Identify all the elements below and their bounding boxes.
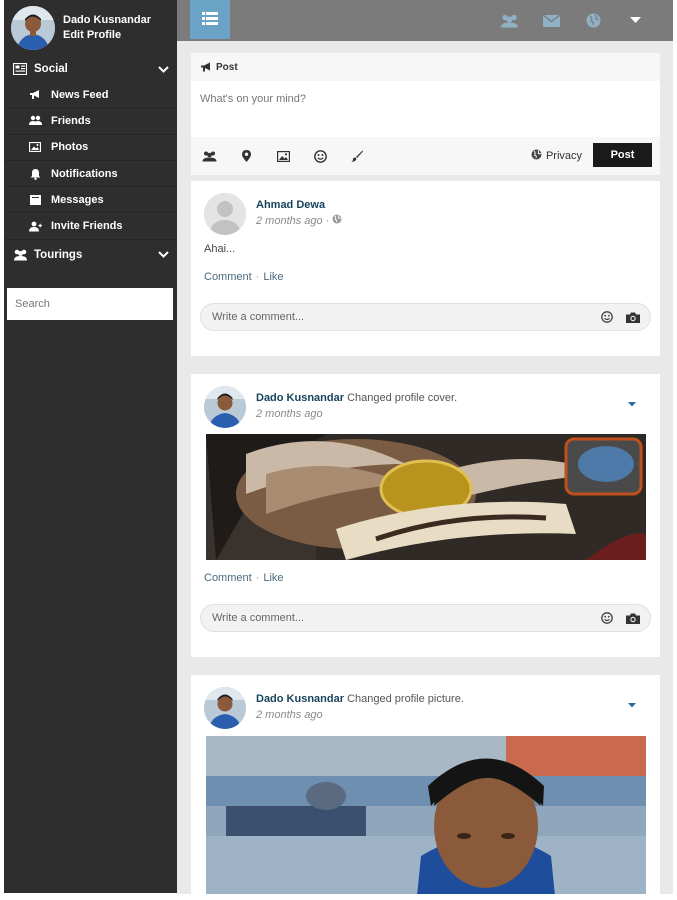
post-header: Ahmad Dewa 2 months ago · <box>204 193 342 235</box>
news-feed: Post Privacy <box>177 41 673 894</box>
post-header: Dado Kusnandar Changed profile picture. … <box>204 687 464 729</box>
search-input[interactable] <box>7 288 173 320</box>
image-icon <box>28 142 42 153</box>
sidebar-item-messages[interactable]: Messages <box>4 187 177 214</box>
inbox-icon <box>28 194 42 205</box>
post-text: Ahai... <box>204 243 236 255</box>
bullhorn-icon <box>28 89 42 100</box>
camera-icon[interactable] <box>624 308 642 326</box>
nav-group-social[interactable]: Social <box>4 56 177 82</box>
chevron-down-icon[interactable] <box>157 65 169 73</box>
post-author[interactable]: Dado Kusnandar <box>256 693 344 705</box>
post-card: Dado Kusnandar Changed profile picture. … <box>191 675 660 894</box>
post-time[interactable]: 2 months ago <box>256 406 323 422</box>
chevron-down-icon[interactable] <box>157 251 169 259</box>
smiley-icon[interactable] <box>598 609 616 627</box>
image-icon[interactable] <box>274 147 292 165</box>
edit-profile-link[interactable]: Edit Profile <box>63 28 151 43</box>
sidebar-item-label: News Feed <box>51 88 109 101</box>
post-actions: Comment · Like <box>204 572 284 584</box>
user-name[interactable]: Dado Kusnandar <box>63 13 151 28</box>
profile-photo[interactable] <box>206 736 646 894</box>
nav-group-tourings[interactable]: Tourings <box>4 240 177 270</box>
users-icon <box>12 249 28 261</box>
nav-group-label: Social <box>34 63 68 75</box>
profile-summary[interactable]: Dado Kusnandar Edit Profile <box>4 0 177 56</box>
sidebar: Dado Kusnandar Edit Profile Social News … <box>4 0 177 893</box>
comment-input[interactable] <box>201 311 598 323</box>
envelope-icon[interactable] <box>541 11 561 31</box>
menu-icon <box>202 11 218 28</box>
sidebar-item-photos[interactable]: Photos <box>4 135 177 161</box>
separator: · <box>255 572 260 584</box>
avatar[interactable] <box>11 6 55 50</box>
brush-icon[interactable] <box>348 147 366 165</box>
avatar[interactable] <box>204 386 246 428</box>
comment-input[interactable] <box>201 612 598 624</box>
post-header: Dado Kusnandar Changed profile cover. 2 … <box>204 386 457 428</box>
smiley-icon[interactable] <box>598 308 616 326</box>
composer-header: Post <box>191 53 660 81</box>
caret-down-icon[interactable] <box>625 11 645 31</box>
users-icon <box>28 115 42 126</box>
composer-title: Post <box>216 61 238 73</box>
globe-icon <box>332 213 342 229</box>
camera-icon[interactable] <box>624 609 642 627</box>
comment-box <box>200 604 651 632</box>
post-time[interactable]: 2 months ago · <box>256 213 329 229</box>
post-author[interactable]: Ahmad Dewa <box>256 199 325 211</box>
nav-group-label: Tourings <box>34 248 83 261</box>
sidebar-item-label: Invite Friends <box>51 220 123 233</box>
post-author[interactable]: Dado Kusnandar <box>256 392 344 404</box>
caret-down-icon[interactable] <box>628 396 636 410</box>
comment-link[interactable]: Comment <box>204 271 252 283</box>
sidebar-item-label: Friends <box>51 114 91 127</box>
privacy-label: Privacy <box>545 150 582 162</box>
avatar[interactable] <box>204 687 246 729</box>
separator: · <box>255 271 260 283</box>
globe-icon[interactable] <box>583 11 603 31</box>
post-actions: Comment · Like <box>204 271 284 283</box>
avatar[interactable] <box>204 193 246 235</box>
bullhorn-icon <box>200 62 212 72</box>
menu-toggle-button[interactable] <box>190 0 230 39</box>
topbar <box>177 0 673 41</box>
post-action-text: Changed profile cover. <box>347 392 458 404</box>
sidebar-item-invite-friends[interactable]: Invite Friends <box>4 213 177 240</box>
post-action-text: Changed profile picture. <box>347 693 464 705</box>
privacy-selector[interactable]: Privacy <box>531 149 582 163</box>
post-composer: Post Privacy <box>191 53 660 175</box>
comment-box <box>200 303 651 331</box>
comment-link[interactable]: Comment <box>204 572 252 584</box>
like-link[interactable]: Like <box>263 572 283 584</box>
post-card: Dado Kusnandar Changed profile cover. 2 … <box>191 374 660 657</box>
sidebar-item-notifications[interactable]: Notifications <box>4 161 177 188</box>
sidebar-item-label: Notifications <box>51 167 118 180</box>
sidebar-item-news-feed[interactable]: News Feed <box>4 82 177 109</box>
tag-friends-icon[interactable] <box>200 147 218 165</box>
status-textarea[interactable] <box>191 81 660 133</box>
user-plus-icon <box>28 221 42 232</box>
post-card: Ahmad Dewa 2 months ago · Ahai... Commen… <box>191 181 660 356</box>
post-time[interactable]: 2 months ago <box>256 707 323 723</box>
sidebar-item-label: Messages <box>51 193 104 206</box>
sidebar-item-friends[interactable]: Friends <box>4 108 177 135</box>
cover-photo[interactable] <box>206 434 646 560</box>
bell-icon <box>28 168 42 180</box>
users-icon[interactable] <box>499 11 519 31</box>
like-link[interactable]: Like <box>263 271 283 283</box>
smiley-icon[interactable] <box>311 147 329 165</box>
post-button[interactable]: Post <box>593 143 652 167</box>
globe-icon <box>531 149 542 163</box>
sidebar-item-label: Photos <box>51 141 89 154</box>
map-marker-icon[interactable] <box>237 147 255 165</box>
composer-toolbar: Privacy Post <box>191 137 660 175</box>
caret-down-icon[interactable] <box>628 697 636 711</box>
newspaper-icon <box>12 63 28 75</box>
